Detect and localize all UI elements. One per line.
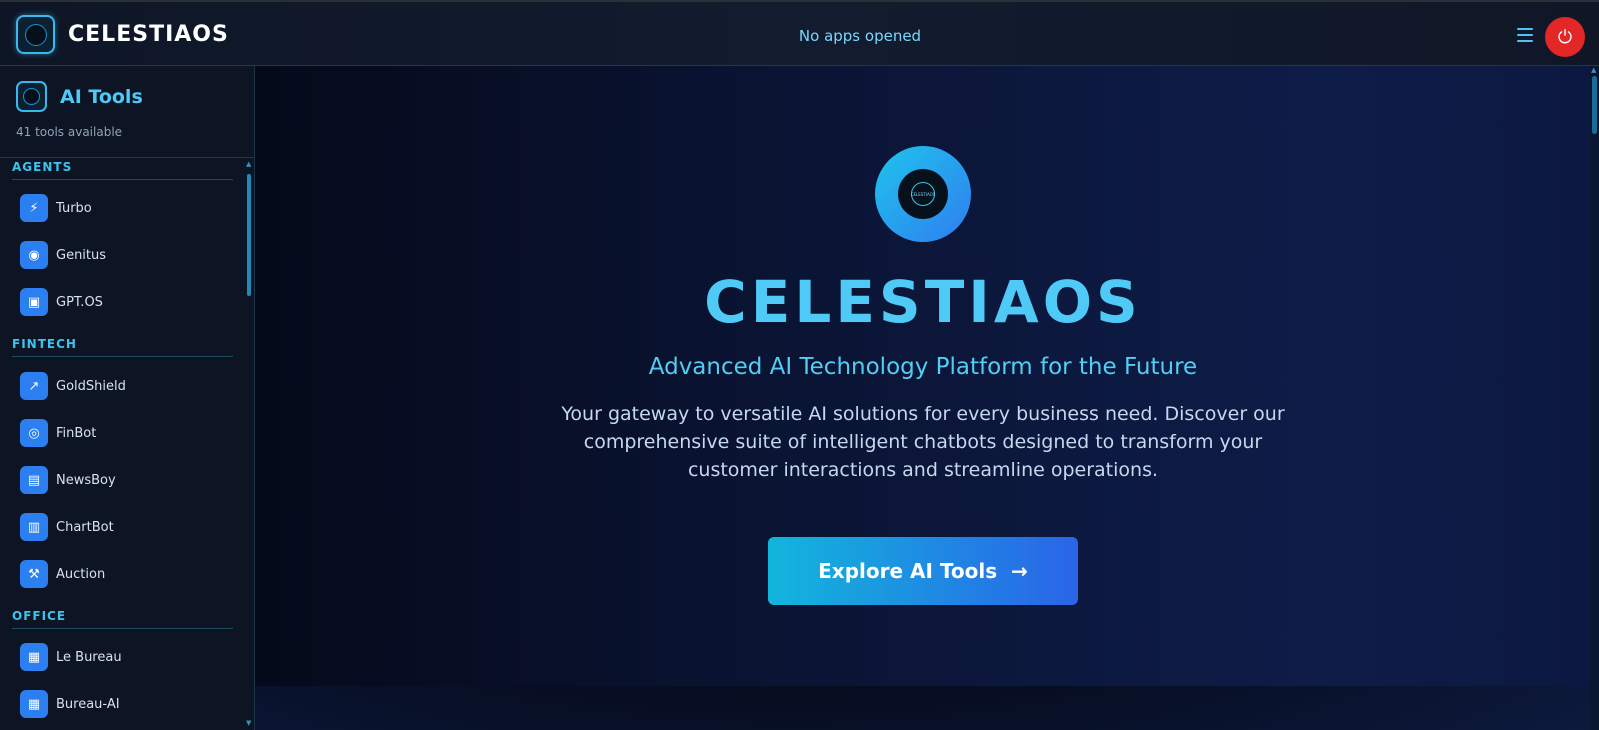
sidebar-title: AI Tools bbox=[60, 86, 143, 108]
main-scrollbar[interactable]: ▲ bbox=[1590, 66, 1599, 730]
chart-icon: ▥ bbox=[20, 513, 48, 541]
scrollbar-thumb[interactable] bbox=[247, 174, 251, 296]
sidebar-item-goldshield[interactable]: ↗ GoldShield bbox=[20, 370, 230, 402]
sidebar-item-label: GoldShield bbox=[56, 378, 126, 394]
brand-logo[interactable] bbox=[16, 15, 55, 54]
scroll-up-icon[interactable]: ▲ bbox=[246, 160, 251, 168]
sidebar-item-label: NewsBoy bbox=[56, 472, 116, 488]
sidebar-item-newsboy[interactable]: ▤ NewsBoy bbox=[20, 464, 230, 496]
sidebar-item-label: Le Bureau bbox=[56, 649, 122, 665]
sidebar-item-genitus[interactable]: ◉ Genitus bbox=[20, 239, 230, 271]
building-icon: ▦ bbox=[20, 643, 48, 671]
tools-count: 41 tools available bbox=[16, 125, 123, 139]
explore-ai-tools-button[interactable]: Explore AI Tools → bbox=[768, 537, 1078, 605]
sidebar-item-label: Bureau-AI bbox=[56, 696, 120, 712]
section-fintech: FINTECH bbox=[12, 337, 233, 357]
sidebar-item-label: ChartBot bbox=[56, 519, 114, 535]
sidebar-item-label: GPT.OS bbox=[56, 294, 103, 310]
hero-logo: CELESTIAOS bbox=[875, 146, 971, 242]
power-icon: ⏻ bbox=[1557, 26, 1573, 48]
sidebar-header: AI Tools 41 tools available bbox=[0, 66, 254, 158]
sidebar-item-gptos[interactable]: ▣ GPT.OS bbox=[20, 286, 230, 318]
trend-icon: ↗ bbox=[20, 372, 48, 400]
building-icon: ▦ bbox=[20, 690, 48, 718]
sidebar-item-label: FinBot bbox=[56, 425, 97, 441]
gavel-icon: ⚒ bbox=[20, 560, 48, 588]
sidebar-item-finbot[interactable]: ◎ FinBot bbox=[20, 417, 230, 449]
coins-icon: ◎ bbox=[20, 419, 48, 447]
arrow-right-icon: → bbox=[1011, 559, 1028, 583]
hero-subtitle: Advanced AI Technology Platform for the … bbox=[648, 354, 1198, 380]
hero-title: CELESTIAOS bbox=[704, 268, 1142, 336]
newspaper-icon: ▤ bbox=[20, 466, 48, 494]
sidebar-item-bureau-ai[interactable]: ▦ Bureau-AI bbox=[20, 688, 230, 720]
section-agents: AGENTS bbox=[12, 160, 233, 180]
scroll-down-icon[interactable]: ▼ bbox=[246, 719, 251, 727]
sidebar-item-chartbot[interactable]: ▥ ChartBot bbox=[20, 511, 230, 543]
robot-icon: ▣ bbox=[20, 288, 48, 316]
sidebar-item-label: Genitus bbox=[56, 247, 107, 263]
section-office: OFFICE bbox=[12, 609, 233, 629]
apps-status: No apps opened bbox=[798, 27, 922, 45]
bolt-icon: ⚡ bbox=[20, 194, 48, 222]
sidebar: AI Tools 41 tools available AGENTS ⚡ Tur… bbox=[0, 66, 255, 730]
sidebar-scrollbar[interactable]: ▲ ▼ bbox=[245, 160, 253, 730]
hamburger-menu-icon[interactable] bbox=[1517, 28, 1533, 42]
tool-list[interactable]: AGENTS ⚡ Turbo ◉ Genitus ▣ GPT.OS FINTEC… bbox=[0, 160, 245, 730]
logo-orb-icon bbox=[23, 88, 40, 105]
sidebar-item-le-bureau[interactable]: ▦ Le Bureau bbox=[20, 641, 230, 673]
power-button[interactable]: ⏻ bbox=[1545, 17, 1585, 57]
logo-orb-icon: CELESTIAOS bbox=[898, 169, 948, 219]
hero-description: Your gateway to versatile AI solutions f… bbox=[485, 400, 1361, 484]
top-bar: CELESTIAOS No apps opened ⏻ bbox=[0, 0, 1599, 66]
description-line: comprehensive suite of intelligent chatb… bbox=[583, 431, 1263, 453]
sidebar-item-auction[interactable]: ⚒ Auction bbox=[20, 558, 230, 590]
sidebar-logo bbox=[16, 81, 47, 112]
description-line: customer interactions and streamline ope… bbox=[687, 459, 1159, 481]
description-line: Your gateway to versatile AI solutions f… bbox=[561, 403, 1285, 425]
scroll-up-icon[interactable]: ▲ bbox=[1591, 66, 1596, 74]
sidebar-item-turbo[interactable]: ⚡ Turbo bbox=[20, 192, 230, 224]
sidebar-item-label: Auction bbox=[56, 566, 106, 582]
brand-name: CELESTIAOS bbox=[68, 22, 229, 47]
brain-icon: ◉ bbox=[20, 241, 48, 269]
hero-logo-text: CELESTIAOS bbox=[911, 182, 935, 206]
cta-label: Explore AI Tools bbox=[818, 559, 998, 583]
scrollbar-thumb[interactable] bbox=[1592, 76, 1597, 134]
sidebar-item-label: Turbo bbox=[56, 200, 92, 216]
main-content: CELESTIAOS CELESTIAOS Advanced AI Techno… bbox=[255, 66, 1599, 730]
logo-orb-icon bbox=[24, 23, 47, 46]
